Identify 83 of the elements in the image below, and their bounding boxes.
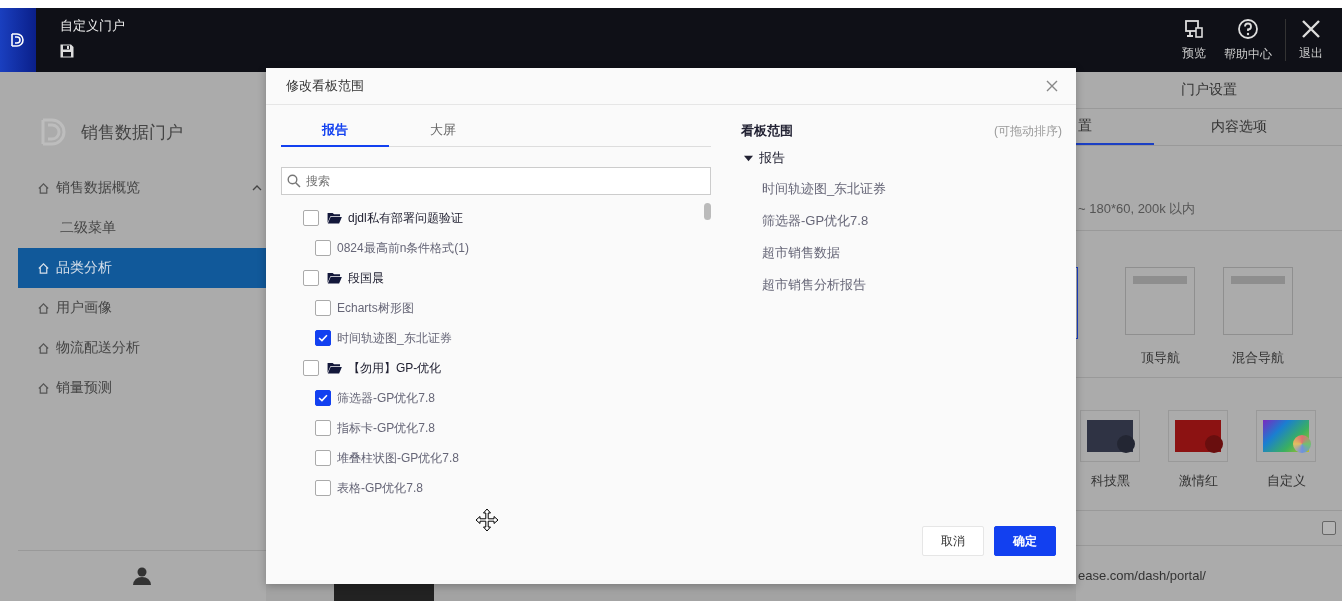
dialog-tab[interactable]: 大屏 (389, 115, 497, 147)
portal-title: 自定义门户 (60, 17, 126, 35)
theme-label: 激情红 (1178, 472, 1218, 490)
checkbox[interactable] (315, 450, 331, 466)
theme-label: 科技黑 (1090, 472, 1130, 490)
nav-label: 品类分析 (56, 259, 112, 277)
theme-swatch[interactable] (1168, 410, 1228, 462)
scope-item[interactable]: 筛选器-GP优化7.8 (762, 212, 869, 230)
save-icon[interactable] (59, 43, 75, 59)
folder-icon (327, 212, 342, 224)
checkbox[interactable] (315, 390, 331, 406)
confirm-button[interactable]: 确定 (994, 526, 1056, 556)
monitor-icon (1184, 18, 1204, 39)
home-icon (37, 341, 50, 355)
home-icon (37, 261, 50, 275)
checkbox[interactable] (315, 330, 331, 346)
cancel-button[interactable]: 取消 (922, 526, 984, 556)
checkbox[interactable] (315, 420, 331, 436)
nav-label: 销量预测 (56, 379, 112, 397)
scope-item[interactable]: 超市销售分析报告 (762, 276, 866, 294)
help-icon (1237, 17, 1259, 40)
theme-label: 自定义 (1266, 472, 1306, 490)
scope-item[interactable]: 超市销售数据 (762, 244, 840, 262)
checkbox[interactable] (1322, 521, 1336, 535)
report-label: 时间轨迹图_东北证券 (337, 329, 452, 347)
nav-label: 用户画像 (56, 299, 112, 317)
checkbox[interactable] (315, 240, 331, 256)
nav-label: 物流配送分析 (56, 339, 140, 357)
search-icon (287, 174, 301, 188)
folder-icon (327, 272, 342, 284)
help-button[interactable]: 帮助中心 (1215, 17, 1281, 63)
close-icon (1046, 80, 1058, 92)
search-field[interactable]: 搜索 (281, 167, 711, 195)
layout-option[interactable] (1223, 267, 1293, 335)
nav-item[interactable]: 销售数据概览 (18, 168, 266, 208)
scope-item[interactable]: 时间轨迹图_东北证券 (762, 180, 887, 198)
nav-item[interactable]: 二级菜单 (18, 208, 266, 248)
checkbox[interactable] (315, 300, 331, 316)
close-button[interactable] (1046, 80, 1058, 92)
dialog-tab[interactable]: 报告 (281, 115, 389, 147)
logo-size-hint: ~ 180*60, 200k 以内 (1078, 200, 1197, 218)
report-label: 0824最高前n条件格式(1) (337, 239, 470, 257)
nav-label: 二级菜单 (60, 219, 116, 237)
report-label: 表格-GP优化7.8 (337, 479, 423, 497)
portal-name: 销售数据门户 (81, 121, 183, 144)
checkbox[interactable] (303, 360, 319, 376)
folder-label: 【勿用】GP-优化 (348, 359, 442, 377)
settings-tab[interactable]: 内容选项 (1154, 109, 1342, 145)
nav-item[interactable]: 销量预测 (18, 368, 266, 408)
home-icon (37, 301, 50, 315)
scope-title: 看板范围 (741, 122, 793, 140)
report-label: 筛选器-GP优化7.8 (337, 389, 435, 407)
folder-label: djdl私有部署问题验证 (348, 209, 463, 227)
move-cursor-icon (475, 508, 499, 532)
dialog-title: 修改看板范围 (286, 77, 364, 95)
nav-item[interactable]: 物流配送分析 (18, 328, 266, 368)
folder-icon (327, 362, 342, 374)
nav-label: 销售数据概览 (56, 179, 140, 197)
home-icon (37, 181, 50, 195)
layout-label: 顶导航 (1140, 349, 1180, 367)
folder-label: 段国晨 (348, 269, 384, 287)
nav-item[interactable]: 品类分析 (18, 248, 266, 288)
user-icon[interactable] (132, 566, 152, 586)
preview-button[interactable]: 预览 (1173, 18, 1215, 62)
report-label: 指标卡-GP优化7.8 (337, 419, 435, 437)
layout-label: 混合导航 (1232, 349, 1284, 367)
layout-option[interactable] (1125, 267, 1195, 335)
scrollbar-thumb[interactable] (704, 203, 711, 220)
report-label: 堆叠柱状图-GP优化7.8 (337, 449, 459, 467)
group-toggle[interactable]: 报告 (741, 143, 1062, 173)
theme-swatch[interactable] (1080, 410, 1140, 462)
close-icon (1301, 18, 1321, 39)
exit-button[interactable]: 退出 (1290, 18, 1332, 62)
portal-url: ease.com/dash/portal/ (1078, 568, 1206, 583)
report-label: Echarts树形图 (337, 299, 414, 317)
checkbox[interactable] (303, 270, 319, 286)
home-icon (37, 381, 50, 395)
checkbox[interactable] (303, 210, 319, 226)
checkbox[interactable] (315, 480, 331, 496)
nav-item[interactable]: 用户画像 (18, 288, 266, 328)
theme-swatch[interactable] (1256, 410, 1316, 462)
sort-hint: (可拖动排序) (994, 122, 1062, 140)
caret-icon[interactable] (252, 183, 262, 193)
